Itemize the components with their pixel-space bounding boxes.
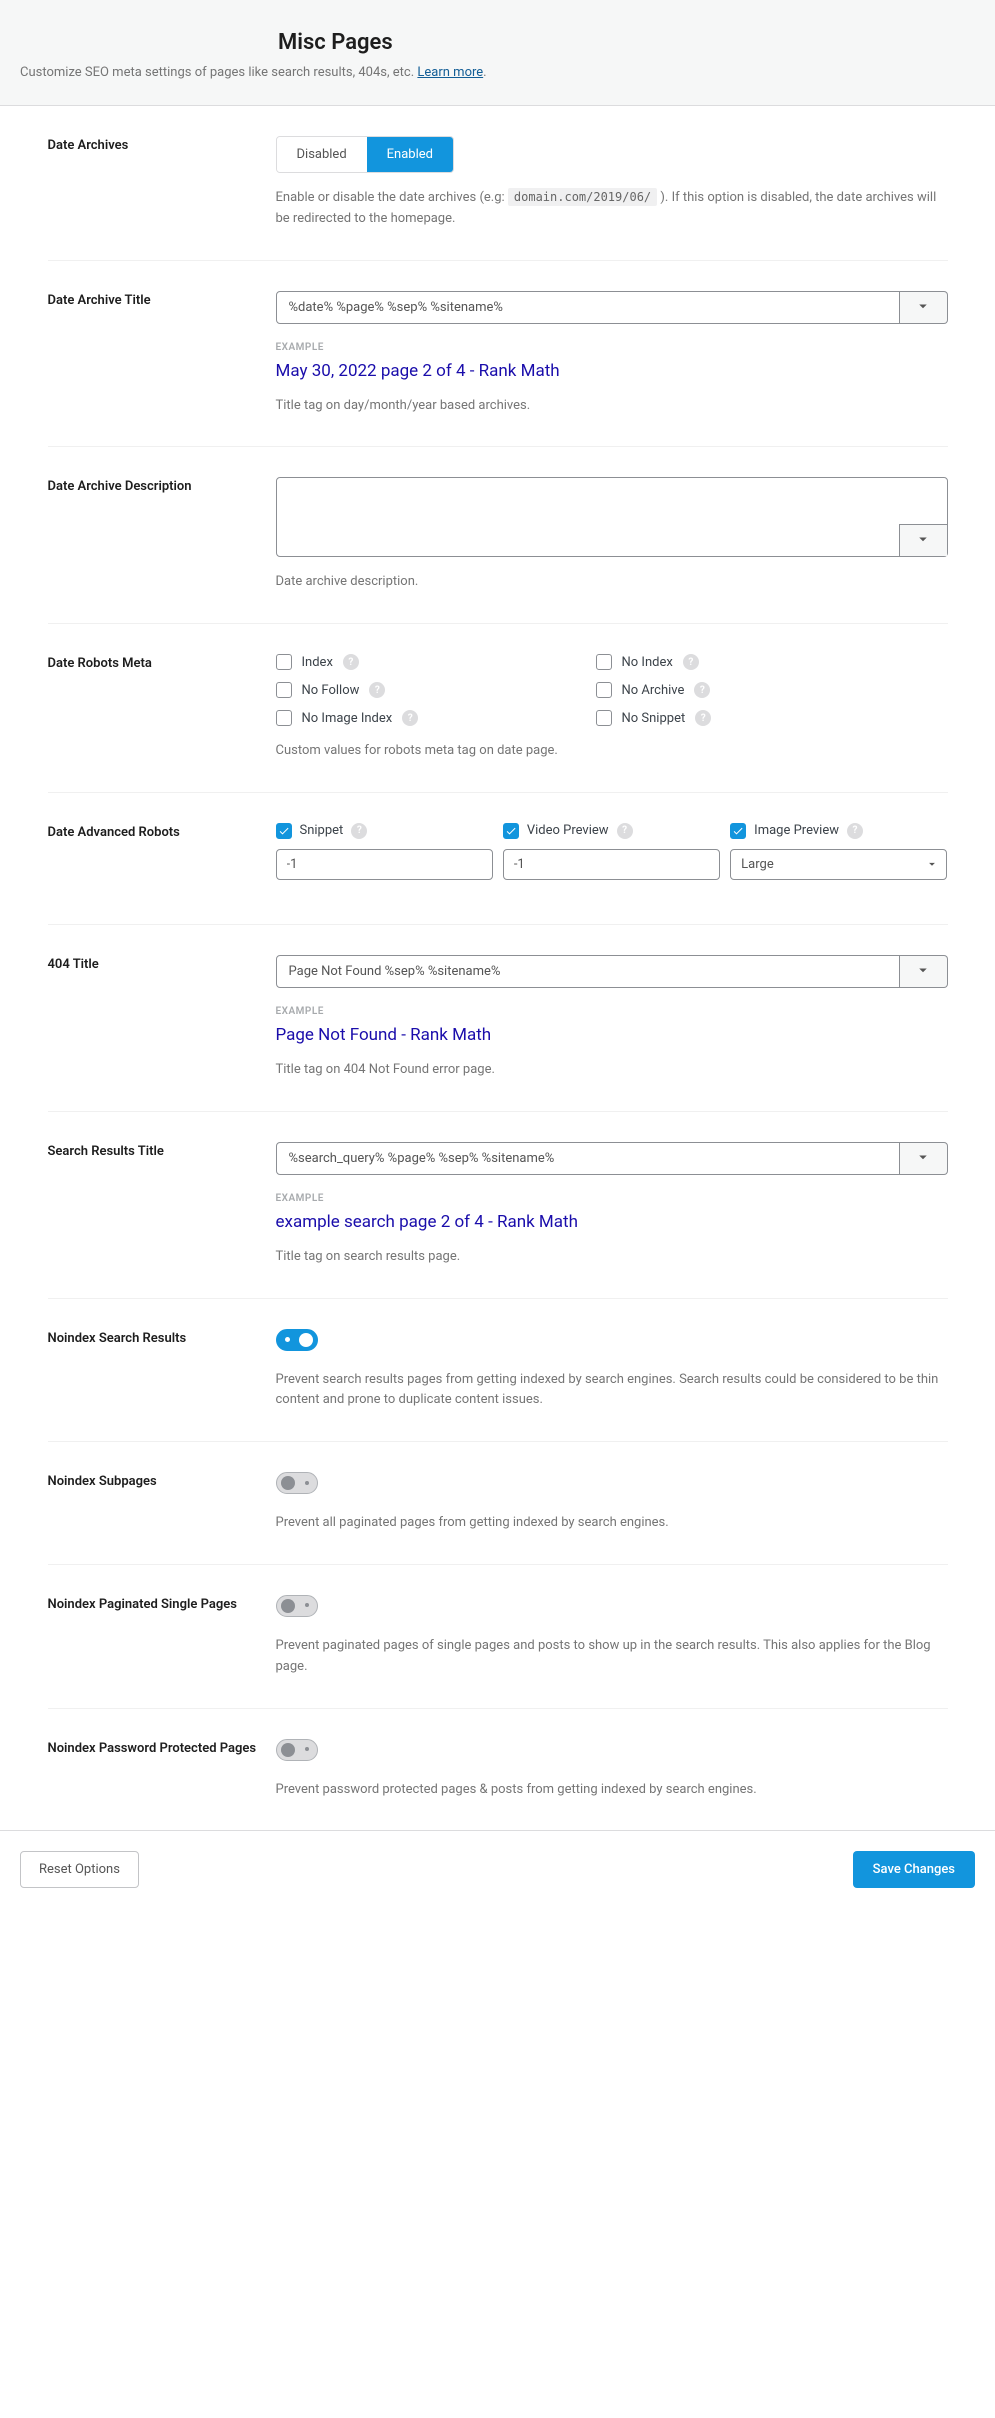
variables-dropdown-button[interactable] [900,955,948,988]
help-icon[interactable]: ? [369,682,385,698]
checkbox-video-preview[interactable] [503,823,519,839]
checkbox-label: No Snippet [622,711,686,726]
help-text: Prevent all paginated pages from getting… [276,1513,948,1534]
help-icon[interactable]: ? [351,823,367,839]
checkbox-label: Snippet [300,823,344,838]
field-date-archive-title: Date Archive Title EXAMPLE May 30, 2022 … [48,261,948,448]
checkbox-label: Index [302,655,333,670]
date-archives-disabled-button[interactable]: Disabled [277,137,367,172]
field-date-advanced-robots: Date Advanced Robots Snippet ? Video Pre… [48,793,948,925]
help-icon[interactable]: ? [402,710,418,726]
date-archives-toggle-group: Disabled Enabled [276,136,455,173]
example-label: EXAMPLE [276,1006,948,1017]
checkbox-nosnippet[interactable] [596,710,612,726]
checkbox-label: Image Preview [754,823,839,838]
image-preview-select[interactable]: Large [730,849,947,880]
checkbox-noimageindex[interactable] [276,710,292,726]
checkbox-label: Video Preview [527,823,609,838]
date-archive-title-input[interactable] [276,291,900,324]
chevron-down-icon [914,961,932,982]
field-label: Date Advanced Robots [48,823,276,894]
field-label: Date Archive Description [48,477,276,593]
chevron-down-icon [914,530,932,551]
field-label: Noindex Search Results [48,1329,276,1412]
help-text: Prevent search results pages from gettin… [276,1370,948,1412]
noindex-subpages-toggle[interactable] [276,1472,318,1494]
noindex-paginated-toggle[interactable] [276,1595,318,1617]
field-date-archives: Date Archives Disabled Enabled Enable or… [48,106,948,261]
learn-more-link[interactable]: Learn more [417,65,483,80]
field-search-results-title: Search Results Title EXAMPLE example sea… [48,1112,948,1299]
variables-dropdown-button[interactable] [900,1142,948,1175]
reset-options-button[interactable]: Reset Options [20,1851,139,1888]
help-icon[interactable]: ? [683,654,699,670]
checkbox-index[interactable] [276,654,292,670]
example-preview: May 30, 2022 page 2 of 4 - Rank Math [276,361,948,381]
checkbox-label: No Index [622,655,673,670]
help-text: Title tag on search results page. [276,1247,948,1268]
chevron-down-icon [914,1148,932,1169]
date-archive-description-input[interactable] [277,478,947,524]
field-date-robots-meta: Date Robots Meta Index? No Follow? No Im… [48,624,948,793]
field-label: Date Robots Meta [48,654,276,762]
chevron-down-icon [914,297,932,318]
field-label: Noindex Subpages [48,1472,276,1534]
example-preview: example search page 2 of 4 - Rank Math [276,1212,948,1232]
field-noindex-subpages: Noindex Subpages Prevent all paginated p… [48,1442,948,1565]
video-preview-value-input[interactable] [503,849,720,880]
footer-actions: Reset Options Save Changes [0,1830,995,1908]
help-text: Prevent password protected pages & posts… [276,1780,948,1801]
snippet-value-input[interactable] [276,849,493,880]
example-label: EXAMPLE [276,342,948,353]
help-text: Title tag on day/month/year based archiv… [276,396,948,417]
field-label: 404 Title [48,955,276,1081]
help-icon[interactable]: ? [343,654,359,670]
example-label: EXAMPLE [276,1193,948,1204]
noindex-search-toggle[interactable] [276,1329,318,1351]
help-icon[interactable]: ? [695,710,711,726]
page-title: Misc Pages [20,30,975,55]
page-description: Customize SEO meta settings of pages lik… [20,65,975,80]
help-text: Enable or disable the date archives (e.g… [276,188,948,230]
checkbox-image-preview[interactable] [730,823,746,839]
field-label: Noindex Paginated Single Pages [48,1595,276,1678]
field-noindex-password-protected: Noindex Password Protected Pages Prevent… [48,1709,948,1831]
noindex-password-toggle[interactable] [276,1739,318,1761]
checkbox-label: No Follow [302,683,360,698]
checkbox-noarchive[interactable] [596,682,612,698]
checkbox-snippet[interactable] [276,823,292,839]
page-header: Misc Pages Customize SEO meta settings o… [0,0,995,106]
example-preview: Page Not Found - Rank Math [276,1025,948,1045]
help-icon[interactable]: ? [617,823,633,839]
checkbox-label: No Image Index [302,711,393,726]
field-label: Search Results Title [48,1142,276,1268]
help-text: Custom values for robots meta tag on dat… [276,741,948,762]
field-noindex-paginated-single: Noindex Paginated Single Pages Prevent p… [48,1565,948,1709]
search-results-title-input[interactable] [276,1142,900,1175]
field-404-title: 404 Title EXAMPLE Page Not Found - Rank … [48,925,948,1112]
help-text: Date archive description. [276,572,948,593]
variables-dropdown-button[interactable] [899,524,947,556]
field-label: Date Archives [48,136,276,230]
field-label: Date Archive Title [48,291,276,417]
help-text: Title tag on 404 Not Found error page. [276,1060,948,1081]
field-noindex-search-results: Noindex Search Results Prevent search re… [48,1299,948,1443]
help-icon[interactable]: ? [694,682,710,698]
checkbox-nofollow[interactable] [276,682,292,698]
date-archives-enabled-button[interactable]: Enabled [367,137,453,172]
variables-dropdown-button[interactable] [900,291,948,324]
help-icon[interactable]: ? [847,823,863,839]
help-text: Prevent paginated pages of single pages … [276,1636,948,1678]
field-date-archive-description: Date Archive Description Date archive de… [48,447,948,624]
checkbox-noindex[interactable] [596,654,612,670]
checkbox-label: No Archive [622,683,685,698]
save-changes-button[interactable]: Save Changes [853,1851,975,1888]
field-label: Noindex Password Protected Pages [48,1739,276,1801]
404-title-input[interactable] [276,955,900,988]
